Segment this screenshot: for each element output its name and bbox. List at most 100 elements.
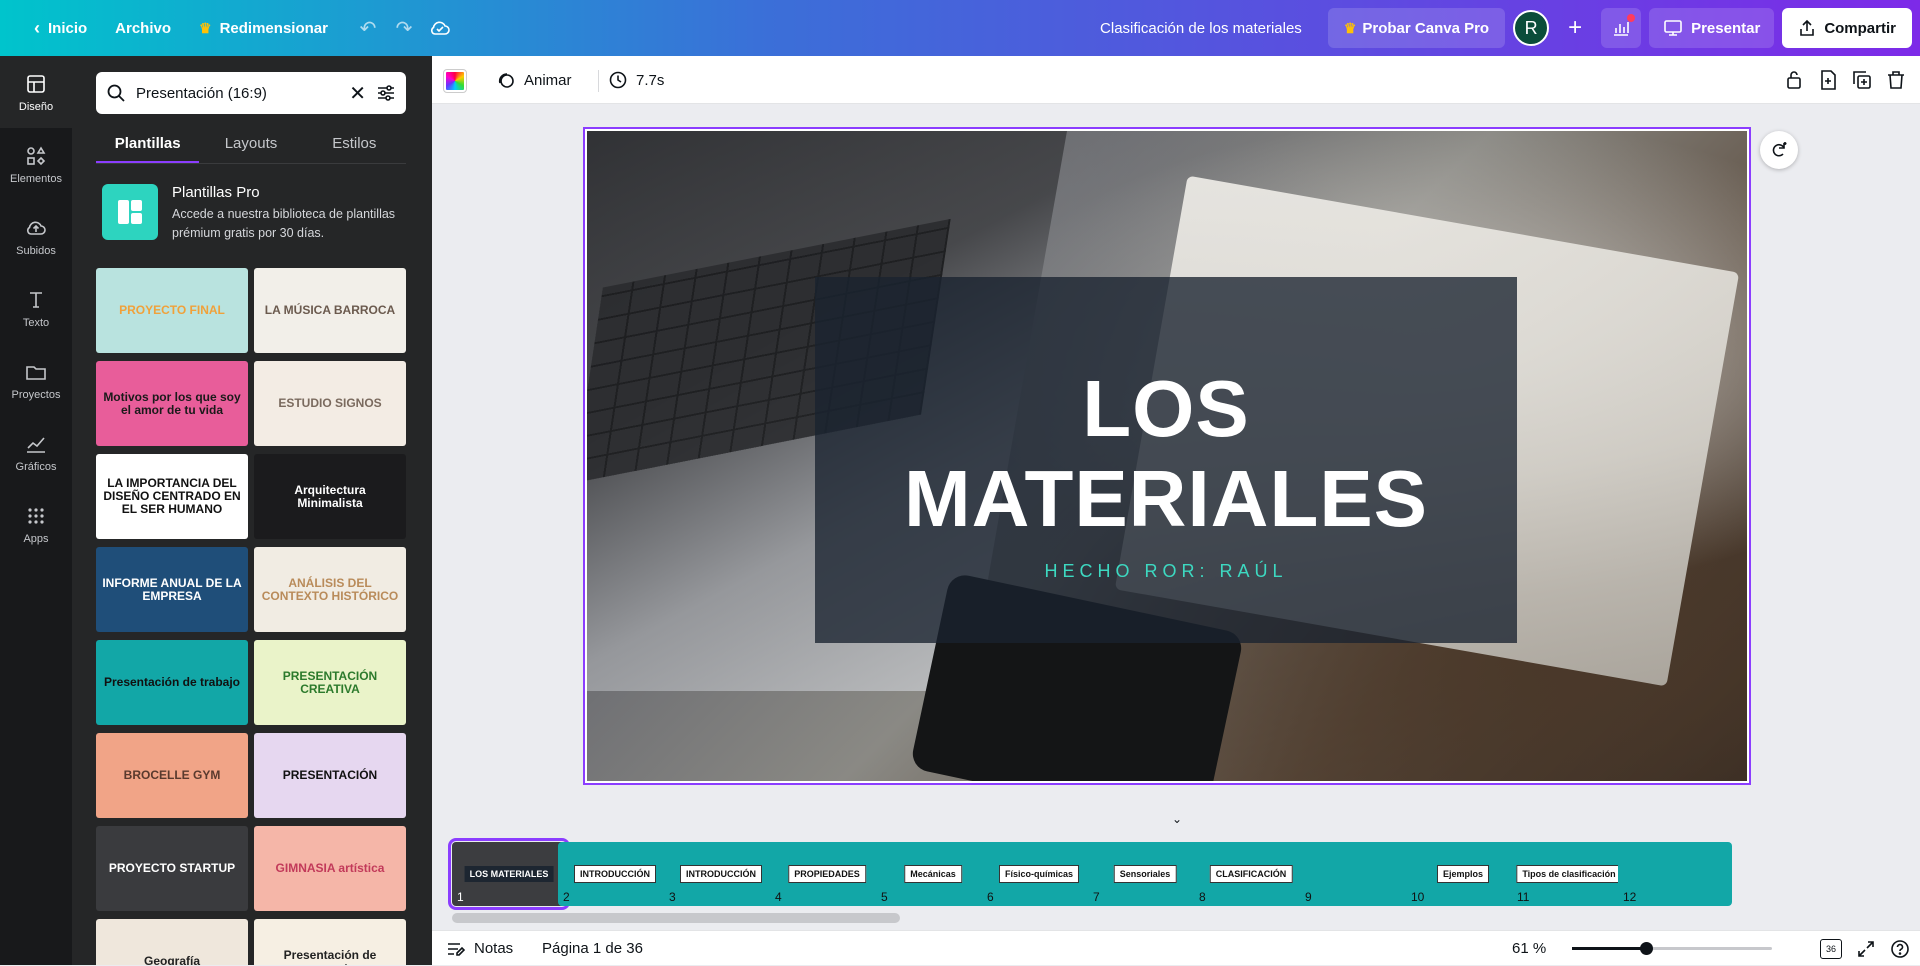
page-thumbnail[interactable]: 12: [1618, 842, 1732, 906]
document-title[interactable]: Clasificación de los materiales: [1100, 20, 1302, 37]
avatar[interactable]: R: [1513, 10, 1550, 46]
redo-icon[interactable]: ↷: [386, 10, 422, 46]
template-thumbnail[interactable]: PROYECTO FINAL: [96, 268, 248, 353]
template-thumbnail-text: GIMNASIA artística: [275, 861, 385, 875]
cloud-saved-icon[interactable]: [422, 10, 458, 46]
template-thumbnail[interactable]: PROYECTO STARTUP: [96, 826, 248, 911]
page-thumbnail[interactable]: PROPIEDADES 4: [770, 842, 884, 906]
template-thumbnail[interactable]: ESTUDIO SIGNOS: [254, 361, 406, 446]
file-menu-button[interactable]: Archivo: [101, 10, 185, 46]
template-thumbnail[interactable]: LA MÚSICA BARROCA: [254, 268, 406, 353]
slide-title-line-2[interactable]: MATERIALES: [815, 453, 1517, 545]
template-thumbnail[interactable]: Motivos por los que soy el amor de tu vi…: [96, 361, 248, 446]
page-thumbnail[interactable]: Tipos de clasificación 11: [1512, 842, 1626, 906]
zoom-slider-knob[interactable]: [1640, 942, 1653, 955]
share-label: Compartir: [1824, 19, 1896, 37]
page-thumbnail[interactable]: CLASIFICACIÓN 8: [1194, 842, 1308, 906]
duplicate-page-icon[interactable]: [1850, 68, 1874, 92]
template-thumbnail-text: ESTUDIO SIGNOS: [278, 396, 382, 410]
notes-icon: [448, 942, 466, 956]
template-thumbnail-text: PROYECTO STARTUP: [108, 861, 236, 875]
try-pro-label: Probar Canva Pro: [1362, 19, 1490, 37]
current-slide[interactable]: LOS MATERIALES HECHO ROR: RAÚL: [583, 127, 1751, 785]
chevron-down-icon[interactable]: ⌄: [1168, 813, 1186, 825]
filmstrip-scrollbar[interactable]: [452, 913, 900, 923]
page-thumbnail-title: LOS MATERIALES: [464, 866, 554, 882]
tab-layouts[interactable]: Layouts: [199, 124, 302, 163]
title-overlay-box[interactable]: LOS MATERIALES HECHO ROR: RAÚL: [815, 277, 1517, 643]
page-thumbnail-title: Físico-químicas: [998, 865, 1080, 883]
duration-button[interactable]: 7.7s: [608, 56, 664, 104]
template-thumbnail[interactable]: Presentación de trabajo: [96, 640, 248, 725]
template-thumbnail[interactable]: INFORME ANUAL DE LA EMPRESA: [96, 547, 248, 632]
rail-item-uploads[interactable]: Subidos: [0, 200, 72, 272]
page-number: 8: [1199, 890, 1206, 904]
page-thumbnail[interactable]: INTRODUCCIÓN 2: [558, 842, 672, 906]
template-thumbnail[interactable]: Presentación de proyecto: [254, 919, 406, 965]
template-thumbnail-text: Arquitectura Minimalista: [294, 482, 366, 510]
page-thumbnail[interactable]: Mecánicas 5: [876, 842, 990, 906]
filter-icon[interactable]: [376, 83, 396, 103]
template-thumbnail[interactable]: LA IMPORTANCIA DEL DISEÑO CENTRADO EN EL…: [96, 454, 248, 539]
notes-button[interactable]: Notas: [446, 931, 513, 966]
page-thumbnail-title: Mecánicas: [904, 865, 962, 883]
page-thumbnail[interactable]: Físico-químicas 6: [982, 842, 1096, 906]
rail-item-apps[interactable]: Apps: [0, 488, 72, 560]
help-icon[interactable]: [1890, 939, 1910, 959]
template-thumbnail-text: INFORME ANUAL DE LA EMPRESA: [102, 575, 242, 603]
clear-icon[interactable]: ✕: [349, 81, 366, 106]
template-thumbnail[interactable]: Geografía: [96, 919, 248, 965]
chart-icon: [27, 436, 45, 453]
fullscreen-icon[interactable]: [1856, 939, 1876, 959]
template-thumbnail[interactable]: PRESENTACIÓN: [254, 733, 406, 818]
page-thumbnail[interactable]: LOS MATERIALES 1: [448, 838, 570, 910]
text-icon: [30, 291, 42, 308]
tab-templates[interactable]: Plantillas: [96, 124, 200, 163]
page-thumbnail[interactable]: 9: [1300, 842, 1414, 906]
animate-button[interactable]: Animar: [496, 56, 572, 104]
add-page-icon[interactable]: [1816, 68, 1840, 92]
refresh-suggestions-icon[interactable]: [1760, 131, 1798, 169]
home-label: Inicio: [48, 19, 88, 37]
background-color-swatch[interactable]: [443, 69, 467, 93]
rail-item-design[interactable]: Diseño: [0, 56, 72, 128]
clock-icon: [609, 71, 627, 89]
page-thumbnail[interactable]: Ejemplos 10: [1406, 842, 1520, 906]
template-thumbnail[interactable]: Arquitectura Minimalista: [254, 454, 406, 539]
slide-title-line-1[interactable]: LOS: [815, 363, 1517, 455]
grid-view-icon[interactable]: 36: [1820, 938, 1842, 959]
zoom-level[interactable]: 61 %: [1512, 931, 1546, 966]
pro-templates-promo[interactable]: Plantillas Pro Accede a nuestra bibliote…: [102, 184, 402, 244]
layout-icon: [27, 74, 45, 93]
slide-subtitle[interactable]: HECHO ROR: RAÚL: [815, 561, 1517, 582]
page-number: 7: [1093, 890, 1100, 904]
rail-item-elements[interactable]: Elementos: [0, 128, 72, 200]
page-thumbnail[interactable]: Sensoriales 7: [1088, 842, 1202, 906]
try-pro-button[interactable]: ♛ Probar Canva Pro: [1327, 8, 1506, 48]
template-thumbnail[interactable]: PRESENTACIÓN CREATIVA: [254, 640, 406, 725]
add-collaborator-icon[interactable]: +: [1557, 10, 1593, 46]
rail-item-text[interactable]: Texto: [0, 272, 72, 344]
rail-item-charts[interactable]: Gráficos: [0, 416, 72, 488]
present-button[interactable]: Presentar: [1649, 8, 1775, 48]
apps-grid-icon: [28, 507, 44, 524]
zoom-slider[interactable]: [1572, 942, 1772, 955]
insights-button[interactable]: [1601, 8, 1642, 48]
resize-button[interactable]: ♛ Redimensionar: [185, 10, 342, 46]
template-thumbnail[interactable]: BROCELLE GYM: [96, 733, 248, 818]
side-rail: Diseño Elementos Subidos Texto Proyectos…: [0, 56, 72, 965]
page-thumbnail[interactable]: INTRODUCCIÓN 3: [664, 842, 778, 906]
template-search[interactable]: Presentación (16:9) ✕: [96, 72, 406, 114]
home-button[interactable]: ‹ Inicio: [20, 10, 101, 46]
template-thumbnail[interactable]: ANÁLISIS DEL CONTEXTO HISTÓRICO: [254, 547, 406, 632]
rail-item-projects[interactable]: Proyectos: [0, 344, 72, 416]
share-button[interactable]: Compartir: [1782, 8, 1912, 48]
template-thumbnail-text: PRESENTACIÓN: [282, 768, 378, 782]
search-input[interactable]: Presentación (16:9): [136, 85, 339, 102]
delete-page-icon[interactable]: [1884, 68, 1908, 92]
undo-icon[interactable]: ↶: [350, 10, 386, 46]
tab-styles[interactable]: Estilos: [303, 124, 406, 163]
zoom-slider-fill: [1572, 947, 1646, 950]
template-thumbnail[interactable]: GIMNASIA artística: [254, 826, 406, 911]
lock-icon[interactable]: [1782, 68, 1806, 92]
